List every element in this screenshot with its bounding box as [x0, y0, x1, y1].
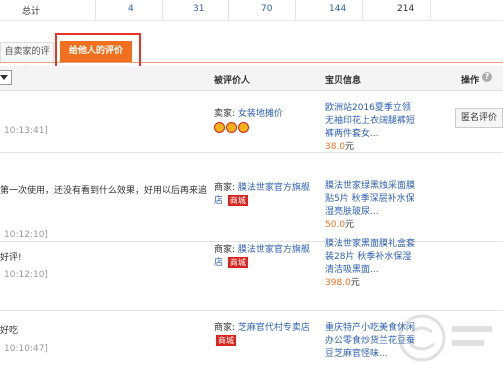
item-info: 膜法世家绿黑烛采面膜贴5片 秋季深层补水保湿亮肤玻尿... 50.0元	[325, 180, 417, 232]
watermark-logo	[398, 314, 492, 362]
review-comment: 第一次使用，还没有看到什么效果，好用以后再来追	[0, 186, 208, 196]
review-time: 10:13:41]	[4, 126, 48, 136]
tab-received-reviews[interactable]: 自卖家的评价	[0, 42, 54, 76]
review-comment: 好吃	[0, 326, 19, 336]
review-time: 10:12:10]	[4, 230, 48, 240]
review-comment: 好评!	[0, 253, 22, 263]
total-value[interactable]: 70	[261, 4, 272, 14]
evaluatee-link[interactable]: 女装地摊价	[238, 109, 283, 119]
table-row: 10:13:41] 卖家: 女装地摊价 欧洲站2016夏季立领无袖印花上衣阔腿裤…	[0, 91, 503, 153]
evaluatee: 商家: 膜法世家官方旗舰店 商城	[214, 245, 310, 268]
item-title-link[interactable]: 膜法世家绿黑烛采面膜贴5片 秋季深层补水保湿亮肤玻尿...	[325, 181, 415, 217]
totals-label: 总计	[22, 7, 41, 17]
tmall-badge: 商城	[227, 195, 248, 206]
filter-select[interactable]	[0, 70, 12, 85]
help-icon[interactable]: ?	[482, 72, 492, 82]
table-row: 好评! 10:12:10] 商家: 膜法世家官方旗舰店 商城 膜法世家黑面膜礼盒…	[0, 239, 503, 311]
evaluatee: 商家: 芝麻官代村专卖店 商城	[214, 323, 310, 346]
evaluatee: 商家: 膜法世家官方旗舰店 商城	[214, 183, 310, 206]
item-title-link[interactable]: 欧洲站2016夏季立领无袖印花上衣阔腿裤短裤两件套女...	[325, 103, 415, 139]
table-row: 第一次使用，还没有看到什么效果，好用以后再来追 10:12:10] 商家: 膜法…	[0, 153, 503, 242]
tmall-badge: 商城	[216, 335, 236, 346]
item-title-link[interactable]: 膜法世家黑面膜礼盒套装28片 秋季补水保湿清洁吸黑面...	[325, 239, 415, 275]
chevron-down-icon	[0, 75, 8, 80]
anonymous-review-button[interactable]: 匿名评价	[455, 108, 503, 128]
item-price: 38.0元	[325, 142, 355, 152]
crown-icon	[226, 122, 237, 133]
total-value: 214	[397, 4, 415, 14]
evaluatee-link[interactable]: 芝麻官代村专卖店	[238, 323, 310, 333]
item-info: 膜法世家黑面膜礼盒套装28片 秋季补水保湿清洁吸黑面... 398.0元	[325, 238, 417, 290]
total-value[interactable]: 4	[128, 4, 134, 14]
header-evaluatee: 被评价人	[214, 76, 251, 86]
crown-icon	[238, 122, 249, 133]
crown-icon	[214, 122, 225, 133]
totals-row: 总计 4 31 70 144 214	[0, 0, 503, 21]
review-time: 10:10:47]	[4, 344, 48, 354]
seller-rating-crowns	[214, 122, 250, 136]
review-time: 10:12:10]	[4, 270, 48, 280]
header-item-info: 宝贝信息	[325, 76, 362, 86]
tmall-badge: 商城	[227, 257, 248, 268]
total-value[interactable]: 144	[329, 4, 346, 14]
item-info: 欧洲站2016夏季立领无袖印花上衣阔腿裤短裤两件套女... 38.0元	[325, 102, 417, 154]
total-value[interactable]: 31	[193, 4, 204, 14]
header-action: 操作	[461, 76, 480, 86]
table-header: 被评价人 宝贝信息 操作 ?	[0, 66, 503, 91]
item-price: 50.0元	[325, 220, 355, 230]
evaluatee: 卖家: 女装地摊价	[214, 109, 283, 119]
item-price: 398.0元	[325, 278, 360, 288]
